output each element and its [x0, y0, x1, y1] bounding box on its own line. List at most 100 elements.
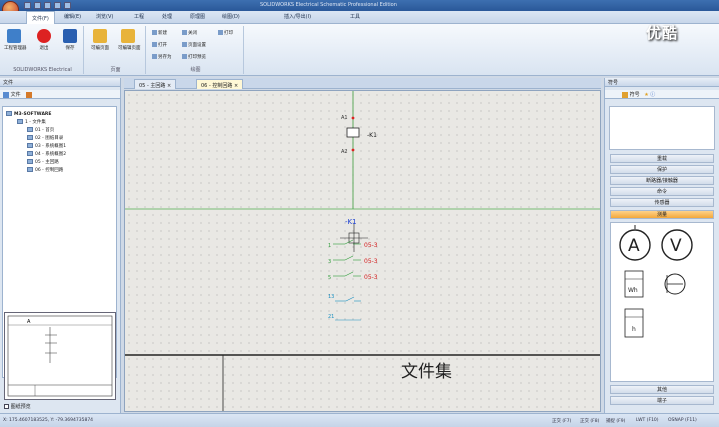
page-icon	[27, 135, 33, 140]
page-icon	[27, 151, 33, 156]
new-icon	[152, 30, 157, 35]
ortho-toggle[interactable]: 正交 (F7)	[552, 418, 571, 424]
category-other[interactable]: 其他	[610, 385, 714, 394]
contact-row[interactable]: 3 05-3	[328, 255, 378, 265]
quick-undo-icon[interactable]	[54, 2, 61, 9]
open-label: 打开	[158, 43, 167, 48]
quick-save-icon[interactable]	[44, 2, 51, 9]
contact-row[interactable]: 21	[328, 314, 361, 321]
contact-pin: 1	[328, 243, 331, 249]
coil-pin-a1: A1	[341, 115, 348, 121]
category-measurement[interactable]: 测量	[610, 210, 714, 219]
page-preview[interactable]: A	[4, 312, 116, 400]
contact-ref: 05-3	[364, 242, 378, 249]
category-heavy-load[interactable]: 重载	[610, 154, 714, 163]
tree-page[interactable]: 02 - 图纸目录	[27, 135, 63, 141]
editable-pages-button[interactable]: 可编辑页面	[118, 29, 141, 51]
schematic: A1 -K1 A2 -K1 1 05-3 3 05-3 5 05-3 13 21…	[125, 91, 600, 411]
quick-redo-icon[interactable]	[64, 2, 71, 9]
project-manager-button[interactable]: 工程管理器	[4, 29, 27, 51]
preview-checkbox-row[interactable]: 图纸预览	[4, 403, 31, 410]
connection-dot	[351, 116, 355, 120]
filter-icon[interactable]	[622, 91, 628, 98]
tab-schematic[interactable]: 原理图	[190, 13, 205, 20]
contact-row[interactable]: 13	[328, 294, 361, 302]
tree-page[interactable]: 04 - 系统概图2	[27, 151, 66, 157]
symbol-panel: 符号 符号 ★ ⓘ 重载 保护 断路器/接触器 命令 传感器 测量 A V Wh…	[604, 78, 719, 413]
ortho-toggle-2[interactable]: 正交 (F8)	[580, 418, 599, 424]
group-label: 绘图	[190, 67, 201, 73]
page-setup-button[interactable]: 页面设置	[182, 42, 206, 48]
preview-checkbox[interactable]	[4, 404, 9, 409]
folder-icon	[121, 29, 135, 43]
tree-label: 06 - 控制回路	[35, 168, 64, 173]
files-tab[interactable]: 文件	[11, 92, 21, 98]
panel-title: 文件	[3, 80, 14, 86]
save-icon	[63, 29, 77, 43]
tab-import-export[interactable]: 插入/导出(I)	[284, 13, 311, 20]
category-terminal[interactable]: 端子	[610, 396, 714, 405]
page-icon	[27, 143, 33, 148]
coil-symbol[interactable]	[346, 127, 360, 138]
tab-process[interactable]: 处理	[162, 13, 172, 20]
tree-project[interactable]: M3-SOFTWARE	[6, 111, 51, 117]
voltmeter-letter: V	[670, 236, 682, 256]
quick-open-icon[interactable]	[34, 2, 41, 9]
page-setup-icon	[182, 42, 187, 47]
tab-project[interactable]: 工程	[134, 13, 144, 20]
category-command[interactable]: 命令	[610, 187, 714, 196]
osnap-toggle[interactable]: OSNAP (F11)	[668, 418, 697, 423]
info-icon[interactable]: ⓘ	[650, 92, 655, 98]
new-button[interactable]: 新建	[152, 30, 167, 36]
contact-row[interactable]: 1 05-3	[328, 239, 378, 249]
symbol-panel-header: 符号	[605, 78, 719, 87]
drawing-canvas[interactable]: A1 -K1 A2 -K1 1 05-3 3 05-3 5 05-3 13 21…	[124, 90, 601, 412]
tab-main-circuit[interactable]: 05 - 主回路 ×	[134, 79, 177, 89]
open-button[interactable]: 打开	[152, 42, 167, 48]
tab-control-circuit[interactable]: 06 - 控制回路 ×	[196, 79, 244, 89]
hours-letter: h	[632, 326, 636, 333]
ammeter-symbol[interactable]: A	[619, 225, 651, 261]
symbols-tab[interactable]: 符号	[630, 92, 640, 98]
ribbon-group-main: 工程管理器 退出 保存 SOLIDWORKS Electrical	[2, 26, 84, 74]
close-button[interactable]: 关闭	[182, 30, 197, 36]
coordinate-readout: X: 175.4607183525, Y: -79.3694735874	[3, 418, 94, 423]
category-protection[interactable]: 保护	[610, 165, 714, 174]
tree-page[interactable]: 01 - 首页	[27, 127, 54, 133]
tree-label: 05 - 主回路	[35, 160, 59, 165]
print-button[interactable]: 打印	[218, 30, 233, 36]
preview-checkbox-label: 图纸预览	[10, 404, 31, 410]
snap-toggle[interactable]: 捕捉 (F9)	[606, 418, 625, 424]
tab-label: 06 - 控制回路	[201, 83, 233, 89]
print-preview-button[interactable]: 打印预览	[182, 54, 206, 60]
contact-row[interactable]: 5 05-3	[328, 271, 378, 281]
save-as-button[interactable]: 另存为	[152, 54, 172, 60]
exit-label: 退出	[39, 46, 49, 51]
tree-page[interactable]: 06 - 控制回路	[27, 167, 63, 173]
category-sensor[interactable]: 传感器	[610, 198, 714, 207]
save-button[interactable]: 保存	[60, 29, 80, 51]
tree-page[interactable]: 03 - 系统概图1	[27, 143, 66, 149]
synchroscope-symbol[interactable]	[664, 273, 686, 295]
tab-draw[interactable]: 绘图(D)	[222, 13, 240, 20]
ribbon: 工程管理器 退出 保存 SOLIDWORKS Electrical 可编页面 可…	[0, 24, 719, 76]
quick-new-icon[interactable]	[24, 2, 31, 9]
lwt-toggle[interactable]: LWT (F10)	[636, 418, 659, 423]
contact-ref: 05-3	[364, 258, 378, 265]
tab-tools[interactable]: 工具	[350, 13, 360, 20]
editable-page-button[interactable]: 可编页面	[90, 29, 110, 51]
tree-book[interactable]: 1 - 文件集	[17, 119, 46, 125]
energy-meter-symbol[interactable]: Wh	[624, 270, 644, 298]
star-icon[interactable]: ★	[644, 92, 648, 98]
category-breaker-contactor[interactable]: 断路器/接触器	[610, 176, 714, 185]
components-icon[interactable]	[26, 91, 33, 98]
tab-file[interactable]: 文件(F)	[26, 11, 55, 24]
tab-view[interactable]: 浏览(V)	[96, 13, 113, 20]
tree-page[interactable]: 05 - 主回路	[27, 159, 59, 165]
exit-button[interactable]: 退出	[34, 29, 54, 51]
voltmeter-symbol[interactable]: V	[661, 229, 693, 261]
hour-meter-symbol[interactable]: h	[624, 308, 644, 338]
group-label: SOLIDWORKS Electrical	[13, 67, 72, 73]
tree-label: 02 - 图纸目录	[35, 136, 64, 141]
tab-edit[interactable]: 编辑(E)	[64, 13, 81, 20]
